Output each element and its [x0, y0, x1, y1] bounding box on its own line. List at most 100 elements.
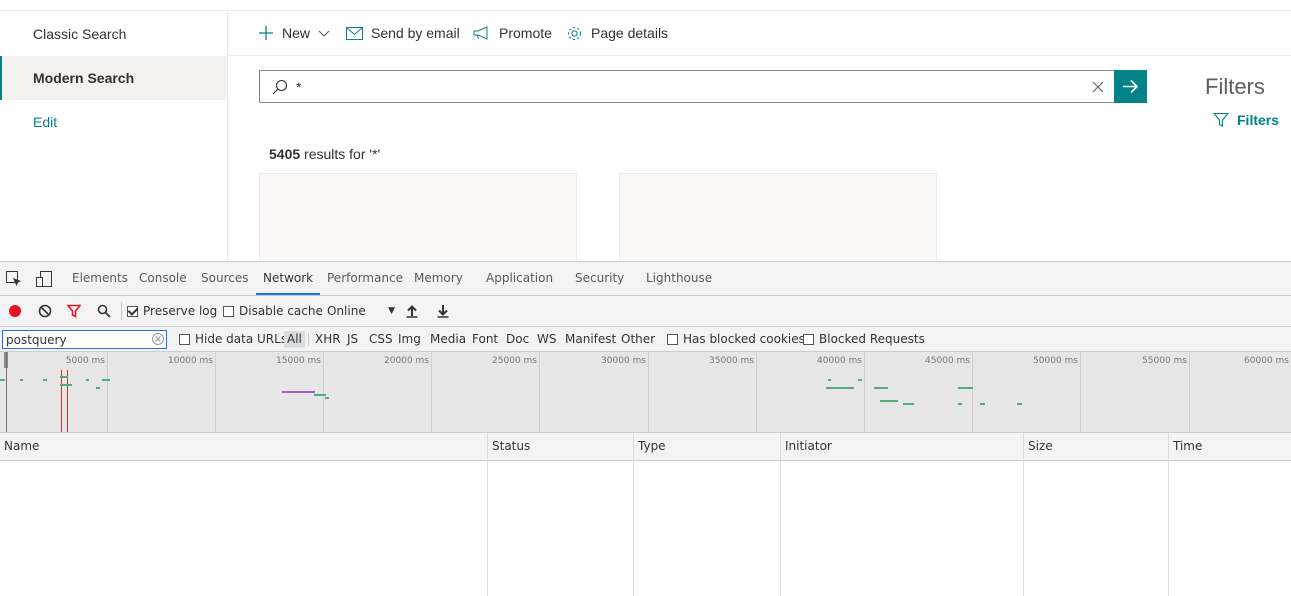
- nav-item-modern-search[interactable]: Modern Search: [0, 56, 226, 100]
- filter-input[interactable]: [6, 332, 146, 347]
- timeline-tick-label: 5000 ms: [65, 356, 105, 366]
- type-filter-media[interactable]: Media: [430, 331, 466, 348]
- blocked-requests-label: Blocked Requests: [819, 332, 925, 346]
- type-filter-css[interactable]: CSS: [369, 331, 393, 348]
- blocked-requests-checkbox[interactable]: Blocked Requests: [803, 327, 925, 351]
- tab-console[interactable]: Console: [139, 262, 187, 295]
- timeline-tick-line: [431, 352, 432, 432]
- tab-sources[interactable]: Sources: [201, 262, 248, 295]
- type-filter-js[interactable]: JS: [347, 331, 358, 348]
- type-filter-doc[interactable]: Doc: [506, 331, 529, 348]
- timeline-tick-line: [1080, 352, 1081, 432]
- timeline-request-bar: [980, 403, 985, 405]
- block-icon: [38, 304, 52, 318]
- hide-data-urls-label: Hide data URLs: [195, 332, 288, 346]
- disable-cache-checkbox[interactable]: Disable cache: [223, 296, 323, 326]
- result-card[interactable]: [259, 173, 577, 261]
- type-filter-other[interactable]: Other: [621, 331, 655, 348]
- timeline-request-bar: [282, 391, 315, 393]
- command-bar: New Send by email Promote Page details: [228, 11, 1291, 56]
- clear-log-button[interactable]: [38, 296, 52, 326]
- upload-icon: [406, 305, 418, 318]
- column-name[interactable]: Name: [0, 433, 39, 460]
- tab-security[interactable]: Security: [575, 262, 624, 295]
- timeline-tick-line: [539, 352, 540, 432]
- inspect-element-icon[interactable]: [6, 271, 22, 287]
- tab-lighthouse[interactable]: Lighthouse: [646, 262, 712, 295]
- type-filter-font[interactable]: Font: [472, 331, 498, 348]
- type-filter-ws[interactable]: WS: [537, 331, 556, 348]
- request-table-header: Name Status Type Initiator Size Time: [0, 433, 1291, 461]
- timeline-request-bar: [86, 379, 89, 381]
- network-overview-timeline[interactable]: 5000 ms 10000 ms 15000 ms 20000 ms 25000…: [0, 352, 1291, 433]
- type-filter-all[interactable]: All: [284, 331, 305, 348]
- timeline-tick-line: [1189, 352, 1190, 432]
- timeline-tick-label: 20000 ms: [384, 356, 429, 366]
- results-number: 5405: [269, 146, 301, 162]
- tab-memory[interactable]: Memory: [414, 262, 463, 295]
- search-network-button[interactable]: [97, 296, 111, 326]
- column-status[interactable]: Status: [488, 433, 530, 460]
- nav-item-classic-search[interactable]: Classic Search: [0, 12, 226, 56]
- checkbox-unchecked: [803, 333, 814, 345]
- clear-icon[interactable]: [1092, 81, 1104, 93]
- timeline-tick-label: 10000 ms: [168, 356, 213, 366]
- type-filter-img[interactable]: Img: [398, 331, 421, 348]
- column-time[interactable]: Time: [1169, 433, 1202, 460]
- export-har-button[interactable]: [437, 296, 449, 326]
- timeline-request-bar: [60, 384, 72, 386]
- filters-button[interactable]: Filters: [1213, 112, 1279, 128]
- column-divider[interactable]: [1168, 433, 1169, 596]
- timeline-request-bar: [0, 379, 5, 381]
- has-blocked-cookies-checkbox[interactable]: Has blocked cookies: [667, 327, 805, 351]
- nav-edit-link[interactable]: Edit: [0, 100, 226, 144]
- column-divider[interactable]: [487, 433, 488, 596]
- column-divider[interactable]: [780, 433, 781, 596]
- timeline-request-bar: [858, 379, 862, 381]
- column-size[interactable]: Size: [1024, 433, 1053, 460]
- timeline-request-bar: [60, 376, 68, 378]
- timeline-tick-label: 60000 ms: [1244, 356, 1289, 366]
- search-box[interactable]: [259, 70, 1147, 103]
- filter-toggle-button[interactable]: [67, 296, 81, 326]
- page-details-label: Page details: [591, 25, 669, 41]
- send-by-email-label: Send by email: [371, 25, 460, 41]
- tab-elements[interactable]: Elements: [72, 262, 128, 295]
- timeline-tick-label: 55000 ms: [1142, 356, 1187, 366]
- timeline-tick-label: 25000 ms: [492, 356, 537, 366]
- import-har-button[interactable]: [406, 296, 418, 326]
- preserve-log-checkbox[interactable]: Preserve log: [127, 296, 217, 326]
- timeline-request-bar: [102, 379, 110, 381]
- column-divider[interactable]: [633, 433, 634, 596]
- column-divider[interactable]: [1023, 433, 1024, 596]
- send-by-email-button[interactable]: Send by email: [346, 11, 460, 55]
- clear-filter-icon[interactable]: [152, 333, 164, 345]
- timeline-tick-line: [107, 352, 108, 432]
- search-icon: [97, 304, 111, 318]
- column-initiator[interactable]: Initiator: [781, 433, 832, 460]
- search-submit-button[interactable]: [1114, 70, 1147, 103]
- devtools-panel: Elements Console Sources Network Perform…: [0, 261, 1291, 596]
- tab-performance[interactable]: Performance: [327, 262, 403, 295]
- record-button[interactable]: [8, 296, 22, 326]
- timeline-tick-label: 50000 ms: [1033, 356, 1078, 366]
- throttling-select[interactable]: Online ▼: [327, 296, 397, 326]
- type-filter-manifest[interactable]: Manifest: [565, 331, 616, 348]
- new-button[interactable]: New: [258, 11, 330, 55]
- tab-network[interactable]: Network: [256, 262, 321, 295]
- column-type[interactable]: Type: [634, 433, 666, 460]
- timeline-request-bar: [828, 379, 831, 381]
- result-card[interactable]: [619, 173, 937, 261]
- filter-box[interactable]: [2, 330, 167, 349]
- promote-button[interactable]: Promote: [473, 11, 552, 55]
- hide-data-urls-checkbox[interactable]: Hide data URLs: [179, 327, 287, 351]
- device-toolbar-icon[interactable]: [36, 271, 52, 287]
- search-input[interactable]: [296, 71, 1086, 102]
- filters-button-label: Filters: [1237, 112, 1280, 128]
- tab-application[interactable]: Application: [486, 262, 553, 295]
- checkbox-checked: [127, 305, 138, 317]
- toolbar-divider: [121, 302, 122, 320]
- timeline-tick-line: [648, 352, 649, 432]
- type-filter-xhr[interactable]: XHR: [315, 331, 341, 348]
- page-details-button[interactable]: Page details: [566, 11, 668, 55]
